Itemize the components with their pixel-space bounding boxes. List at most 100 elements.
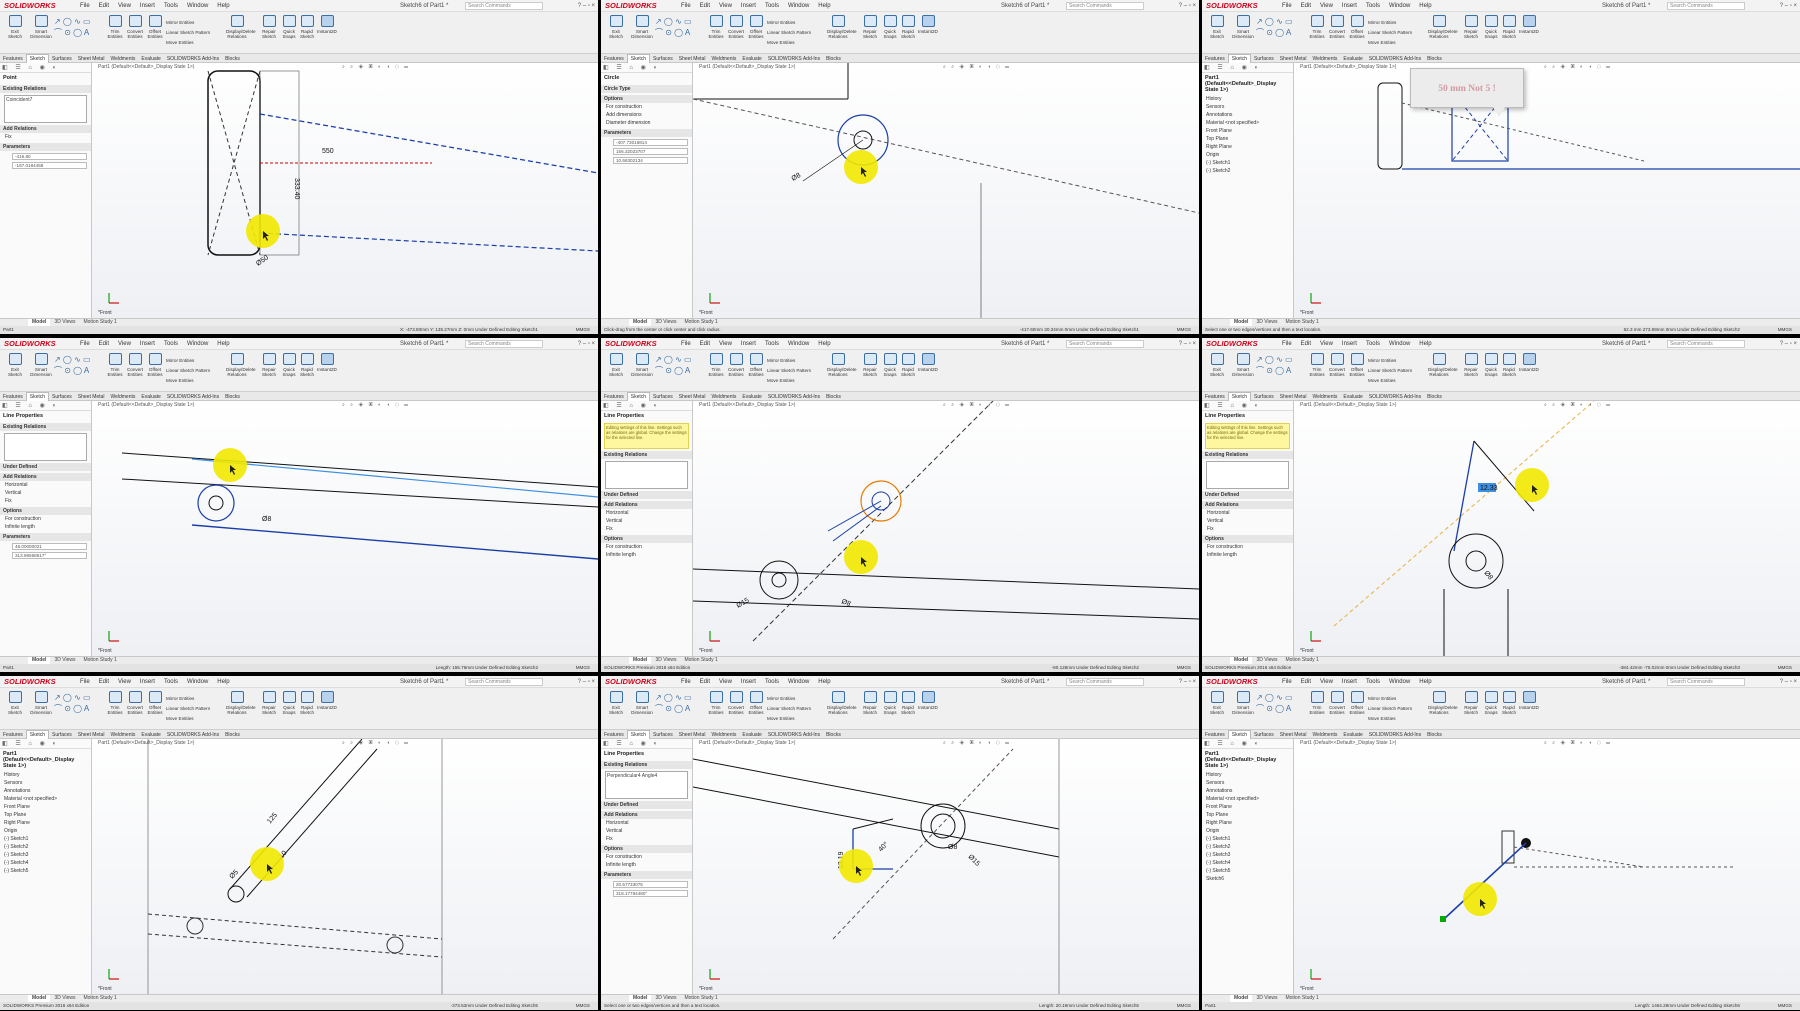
ribbon-button-rapid-sketch[interactable]: Rapid Sketch (296, 352, 318, 388)
ribbon-button-exit-sketch[interactable]: Exit Sketch (4, 14, 26, 50)
option-checkbox[interactable]: For construction (1202, 543, 1293, 551)
ribbon-group-item[interactable]: Linear Sketch Pattern (166, 366, 210, 376)
view-heads-up-toolbar[interactable]: ⌕ ⌕ ◈ ▣ ◐ ◑ ⬡ ▭ (1544, 63, 1612, 72)
menu-item-file[interactable]: File (681, 679, 691, 685)
ribbon-button-trim-entities[interactable]: Trim Entities (104, 690, 126, 726)
section-header[interactable]: Add Relations (601, 501, 692, 509)
sketch-canvas[interactable]: Ø15 Ø8 (693, 401, 1199, 656)
units-selector[interactable]: MMGS (576, 326, 590, 334)
view-heads-up-toolbar[interactable]: ⌕ ⌕ ◈ ▣ ◐ ◑ ⬡ ▭ (342, 401, 410, 410)
ribbon-button-rapid-sketch[interactable]: Rapid Sketch (897, 690, 919, 726)
window-controls[interactable]: ? – ▫ × (1179, 338, 1196, 350)
feature-tree-item[interactable]: (-) Sketch1 (1202, 159, 1293, 167)
window-controls[interactable]: ? – ▫ × (1780, 676, 1797, 688)
menu-item-window[interactable]: Window (187, 3, 208, 9)
ribbon-button-convert-entities[interactable]: Convert Entities (725, 690, 747, 726)
option-checkbox[interactable]: Infinite length (1202, 551, 1293, 559)
section-header[interactable]: Options (1202, 535, 1293, 543)
model-tab[interactable]: Model (629, 995, 652, 1002)
ribbon-group-item[interactable]: Linear Sketch Pattern (166, 704, 210, 714)
relations-list[interactable]: Perpendicular4 Angle4 (605, 771, 688, 799)
ribbon-group-item[interactable]: Mirror Entities (1368, 18, 1412, 28)
sketch-canvas[interactable] (1294, 739, 1800, 994)
ribbon-button-exit-sketch[interactable]: Exit Sketch (4, 352, 26, 388)
sketch-tools-grid[interactable]: ↗ ◯ ∿ ▭ ⌒ ⊙ ◯ A (655, 692, 701, 726)
ribbon-button-display-delete-relations[interactable]: Display/Delete Relations (226, 352, 256, 388)
sketch-tools-grid[interactable]: ↗ ◯ ∿ ▭ ⌒ ⊙ ◯ A (1256, 692, 1302, 726)
window-controls[interactable]: ? – ▫ × (578, 338, 595, 350)
section-header[interactable]: Options (601, 535, 692, 543)
menu-item-tools[interactable]: Tools (765, 679, 779, 685)
ribbon-button-exit-sketch[interactable]: Exit Sketch (1206, 14, 1228, 50)
section-header[interactable]: Options (601, 95, 692, 103)
section-header[interactable]: Options (601, 845, 692, 853)
ribbon-button-offset-entities[interactable]: Offset Entities (745, 14, 767, 50)
view-heads-up-toolbar[interactable]: ⌕ ⌕ ◈ ▣ ◐ ◑ ⬡ ▭ (1544, 401, 1612, 410)
search-commands-input[interactable]: Search Commands (1066, 678, 1144, 686)
feature-tree-item[interactable]: Annotations (1202, 111, 1293, 119)
units-selector[interactable]: MMGS (1778, 664, 1792, 672)
parameter-field[interactable]: 20.57733075 (613, 881, 688, 888)
feature-tree-item[interactable]: Origin (1202, 151, 1293, 159)
section-header[interactable]: Existing Relations (0, 85, 91, 93)
ribbon-button-repair-sketch[interactable]: Repair Sketch (1460, 690, 1482, 726)
window-controls[interactable]: ? – ▫ × (1780, 338, 1797, 350)
ribbon-button-exit-sketch[interactable]: Exit Sketch (605, 352, 627, 388)
sketch-canvas[interactable]: Ø8 (693, 63, 1199, 318)
ribbon-group-item[interactable]: Move Entities (166, 714, 210, 724)
model-tab[interactable]: 3D Views (50, 319, 79, 326)
ribbon-group-item[interactable]: Move Entities (1368, 714, 1412, 724)
ribbon-button-offset-entities[interactable]: Offset Entities (144, 690, 166, 726)
view-heads-up-toolbar[interactable]: ⌕ ⌕ ◈ ▣ ◐ ◑ ⬡ ▭ (1544, 739, 1612, 748)
model-tab[interactable]: Model (1230, 319, 1253, 326)
graphics-area[interactable]: Part1 (Default<<Default>_Display State 1… (1294, 739, 1800, 994)
menu-item-help[interactable]: Help (217, 679, 229, 685)
ribbon-button-instant2d[interactable]: Instant2D (1518, 14, 1540, 50)
menu-item-help[interactable]: Help (1419, 341, 1431, 347)
ribbon-button-instant2d[interactable]: Instant2D (1518, 352, 1540, 388)
menu-item-edit[interactable]: Edit (700, 341, 710, 347)
model-tab[interactable]: Motion Study 1 (1281, 657, 1322, 664)
ribbon-button-offset-entities[interactable]: Offset Entities (745, 690, 767, 726)
parameter-field[interactable]: 318.17784480° (613, 890, 688, 897)
menu-item-window[interactable]: Window (1389, 679, 1410, 685)
menu-item-file[interactable]: File (80, 341, 90, 347)
window-controls[interactable]: ? – ▫ × (1179, 0, 1196, 12)
feature-tree-item[interactable]: (-) Sketch1 (1202, 835, 1293, 843)
view-heads-up-toolbar[interactable]: ⌕ ⌕ ◈ ▣ ◐ ◑ ⬡ ▭ (943, 63, 1011, 72)
feature-tree-item[interactable]: (-) Sketch5 (1202, 867, 1293, 875)
option-checkbox[interactable]: Horizontal (601, 819, 692, 827)
window-controls[interactable]: ? – ▫ × (1179, 676, 1196, 688)
ribbon-button-repair-sketch[interactable]: Repair Sketch (258, 690, 280, 726)
ribbon-button-smart-dimension[interactable]: Smart Dimension (631, 352, 653, 388)
option-checkbox[interactable]: For construction (601, 543, 692, 551)
ribbon-button-exit-sketch[interactable]: Exit Sketch (4, 690, 26, 726)
ribbon-button-trim-entities[interactable]: Trim Entities (705, 690, 727, 726)
menu-item-file[interactable]: File (80, 679, 90, 685)
ribbon-group-item[interactable]: Mirror Entities (166, 18, 210, 28)
ribbon-button-display-delete-relations[interactable]: Display/Delete Relations (1428, 352, 1458, 388)
ribbon-button-convert-entities[interactable]: Convert Entities (124, 690, 146, 726)
ribbon-button-convert-entities[interactable]: Convert Entities (124, 352, 146, 388)
ribbon-button-rapid-sketch[interactable]: Rapid Sketch (1498, 690, 1520, 726)
ribbon-button-repair-sketch[interactable]: Repair Sketch (1460, 352, 1482, 388)
search-commands-input[interactable]: Search Commands (465, 678, 543, 686)
ribbon-group-item[interactable]: Mirror Entities (767, 356, 811, 366)
ribbon-button-instant2d[interactable]: Instant2D (316, 14, 338, 50)
ribbon-button-smart-dimension[interactable]: Smart Dimension (631, 14, 653, 50)
menu-item-help[interactable]: Help (818, 679, 830, 685)
sketch-canvas[interactable]: Ø8 (92, 401, 598, 656)
feature-tree-item[interactable]: Right Plane (1202, 143, 1293, 151)
sketch-tools-grid[interactable]: ↗ ◯ ∿ ▭ ⌒ ⊙ ◯ A (54, 692, 100, 726)
menu-item-insert[interactable]: Insert (140, 341, 155, 347)
parameter-field[interactable]: 313.86568617° (12, 552, 87, 559)
section-header[interactable]: Parameters (0, 533, 91, 541)
section-header[interactable]: Add Relations (601, 811, 692, 819)
menu-item-insert[interactable]: Insert (741, 341, 756, 347)
view-heads-up-toolbar[interactable]: ⌕ ⌕ ◈ ▣ ◐ ◑ ⬡ ▭ (342, 63, 410, 72)
parameter-field[interactable]: -416.80 (12, 153, 87, 160)
sketch-canvas[interactable] (1294, 63, 1800, 318)
option-checkbox[interactable]: Fix (0, 133, 91, 141)
ribbon-group-item[interactable]: Linear Sketch Pattern (767, 366, 811, 376)
feature-tree-item[interactable]: History (1202, 95, 1293, 103)
